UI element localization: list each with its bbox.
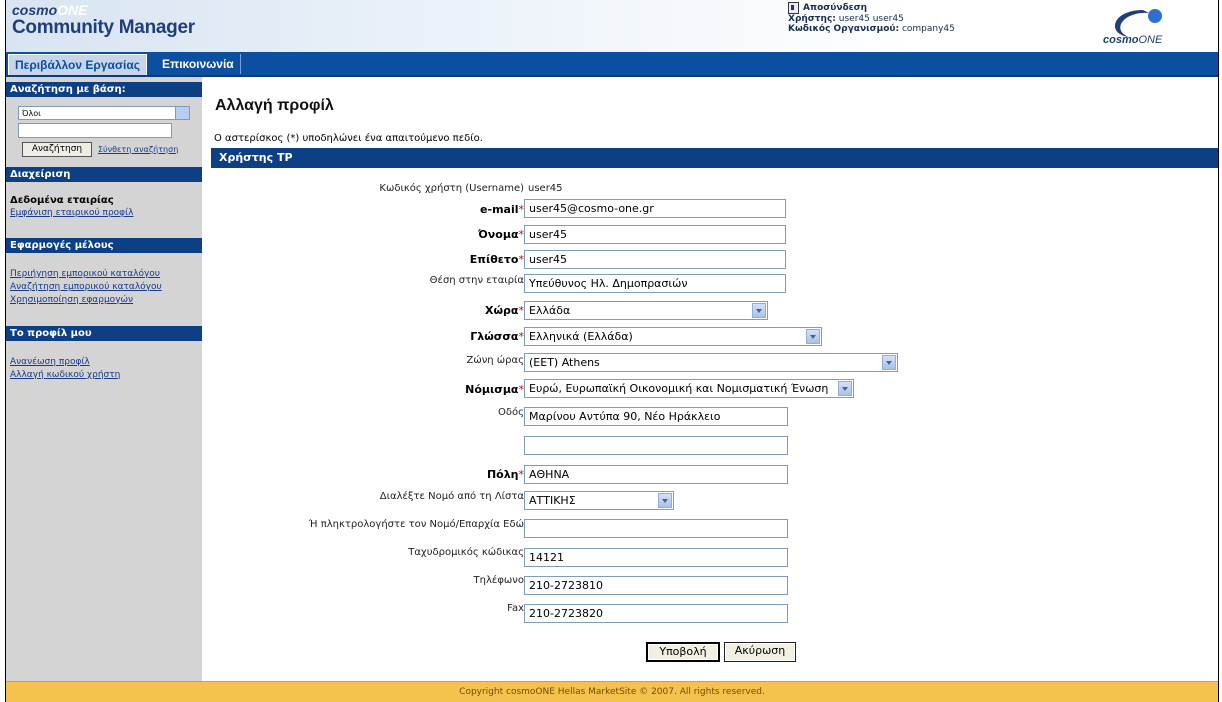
chevron-down-icon[interactable] [882, 355, 896, 370]
brand-logo-text: cosmoONE [12, 2, 87, 18]
fax-label: Fax [507, 603, 524, 614]
sidebar-admin-heading: Διαχείριση [6, 167, 202, 182]
tab-workspace[interactable]: Περιβάλλον Εργασίας [8, 54, 147, 75]
phone-field[interactable]: 210-2723810 [524, 576, 788, 595]
city-label-text: Πόλη [486, 468, 519, 481]
brand-one: ONE [57, 2, 88, 18]
chevron-down-icon[interactable] [806, 329, 820, 344]
country-label: Χώρα* [485, 304, 524, 317]
city-label: Πόλη* [487, 468, 524, 481]
last-name-label-text: Επίθετο [469, 253, 519, 266]
timezone-value: (EET) Athens [529, 356, 600, 369]
street-label: Οδός [498, 407, 524, 418]
org-line: Κωδικός Οργανισμού: company45 [788, 24, 955, 34]
currency-value: Ευρώ, Ευρωπαϊκή Οικονομική και Νομισματι… [529, 382, 829, 395]
chevron-down-icon[interactable] [752, 303, 766, 318]
user-info: Αποσύνδεση Χρήστης: user45 user45 Κωδικό… [788, 2, 955, 34]
app-title: Community Manager [12, 17, 195, 38]
sidebar-link-use-apps[interactable]: Χρησιμοποίηση εφαρμογών [10, 295, 133, 305]
sidebar-link-update-profile[interactable]: Ανανέωση προφίλ [10, 357, 90, 367]
chevron-down-icon[interactable] [838, 381, 852, 396]
logo-one: ONE [1138, 34, 1163, 46]
prefecture-select-label: Διαλέξτε Νομό από τη Λίστα [379, 491, 524, 502]
last-name-label: Επίθετο* [470, 253, 524, 266]
country-value: Ελλάδα [529, 304, 571, 317]
currency-select[interactable]: Ευρώ, Ευρωπαϊκή Οικονομική και Νομισματι… [524, 379, 854, 398]
position-label: Θέση στην εταιρία [429, 275, 524, 286]
phone-label: Τηλέφωνο [473, 575, 524, 586]
section-heading: Χρήστης TP [211, 148, 1218, 168]
currency-label: Νόμισμα* [465, 383, 524, 396]
org-label: Κωδικός Οργανισμού: [788, 24, 900, 34]
language-select[interactable]: Ελληνικά (Ελλάδα) [524, 327, 822, 346]
logo-wordmark: cosmoONE [1103, 34, 1162, 46]
sidebar-link-search-catalog[interactable]: Αναζήτηση εμπορικού καταλόγου [10, 282, 162, 292]
search-input[interactable] [18, 123, 172, 138]
sidebar: Αναζήτηση με βάση: Όλοι Αναζήτηση Σύνθετ… [6, 77, 202, 681]
search-type-select[interactable]: Όλοι [18, 106, 190, 120]
country-select[interactable]: Ελλάδα [524, 301, 768, 320]
company-profile-link[interactable]: Εμφάνιση εταιρικού προφίλ [10, 208, 133, 218]
search-type-value: Όλοι [22, 109, 41, 118]
street-field[interactable]: Μαρίνου Αντύπα 90, Νέο Ηράκλειο [524, 407, 788, 426]
prefecture-select[interactable]: ΑΤΤΙΚΗΣ [524, 491, 674, 510]
email-label-text: e-mail [480, 203, 519, 216]
username-value: user45 [528, 183, 563, 194]
timezone-label: Ζώνη ώρας [466, 355, 524, 366]
email-field[interactable]: user45@cosmo-one.gr [524, 199, 786, 218]
position-field[interactable]: Υπεύθυνος Ηλ. Δημοπρασιών [524, 274, 786, 293]
header: cosmoONE Community Manager Αποσύνδεση Χρ… [6, 0, 1218, 53]
first-name-label: Όνομα* [478, 228, 524, 241]
first-name-label-text: Όνομα [478, 228, 519, 241]
first-name-field[interactable]: user45 [524, 225, 786, 244]
language-value: Ελληνικά (Ελλάδα) [529, 330, 633, 343]
main-content: Αλλαγή προφίλ Ο αστερίσκος (*) υποδηλώνε… [202, 77, 1218, 681]
footer-copyright: Copyright cosmoONE Hellas MarketSite © 2… [6, 681, 1218, 702]
zip-field[interactable]: 14121 [524, 548, 788, 567]
currency-label-text: Νόμισμα [465, 383, 519, 396]
brand-cosmo: cosmo [12, 2, 58, 18]
street-line2-field[interactable] [524, 436, 788, 455]
prefecture-value: ΑΤΤΙΚΗΣ [529, 494, 576, 507]
logout-label[interactable]: Αποσύνδεση [803, 3, 867, 13]
language-label: Γλώσσα* [470, 330, 524, 343]
fax-field[interactable]: 210-2723820 [524, 604, 788, 623]
chevron-down-icon[interactable] [658, 493, 672, 508]
search-button[interactable]: Αναζήτηση [22, 142, 92, 157]
user-label: Χρήστης: [788, 14, 836, 24]
user-value: user45 user45 [838, 14, 904, 24]
cancel-button[interactable]: Ακύρωση [724, 642, 796, 662]
logo-cosmo: cosmo [1103, 34, 1139, 46]
tab-communication[interactable]: Επικοινωνία [156, 54, 241, 74]
country-label-text: Χώρα [485, 304, 519, 317]
company-data-heading: Δεδομένα εταιρίας [10, 195, 114, 206]
sidebar-search-heading: Αναζήτηση με βάση: [6, 82, 202, 97]
timezone-select[interactable]: (EET) Athens [524, 353, 898, 372]
chevron-down-icon[interactable] [175, 107, 189, 119]
page-title: Αλλαγή προφίλ [215, 97, 334, 114]
email-label: e-mail* [480, 203, 524, 216]
sidebar-link-browse-catalog[interactable]: Περιήγηση εμπορικού καταλόγου [10, 269, 160, 279]
submit-button[interactable]: Υποβολή [646, 642, 720, 662]
sidebar-profile-heading: Το προφίλ μου [6, 326, 202, 341]
org-value: company45 [901, 24, 955, 34]
sidebar-link-change-password[interactable]: Αλλαγή κωδικού χρήστη [10, 370, 120, 380]
main-nav: Περιβάλλον Εργασίας Επικοινωνία [6, 52, 1218, 77]
logout-link[interactable]: Αποσύνδεση [788, 2, 955, 14]
prefecture-text-label: Ή πληκτρολογήστε τον Νομό/Επαρχία Εδώ [308, 519, 524, 530]
zip-label: Ταχυδρομικός κώδικας [408, 547, 524, 558]
logout-door-icon[interactable] [788, 2, 799, 14]
last-name-field[interactable]: user45 [524, 250, 786, 269]
user-line: Χρήστης: user45 user45 [788, 14, 955, 24]
city-field[interactable]: ΑΘΗΝΑ [524, 465, 788, 484]
advanced-search-link[interactable]: Σύνθετη αναζήτηση [98, 145, 178, 154]
username-label: Κωδικός χρήστη (Username) [379, 183, 524, 194]
required-note: Ο αστερίσκος (*) υποδηλώνει ένα απαιτούμ… [214, 133, 483, 144]
language-label-text: Γλώσσα [470, 330, 519, 343]
prefecture-text-field[interactable] [524, 519, 788, 538]
sidebar-member-apps-heading: Εφαρμογές μέλους [6, 238, 202, 253]
app-frame: cosmoONE Community Manager Αποσύνδεση Χρ… [5, 0, 1219, 702]
